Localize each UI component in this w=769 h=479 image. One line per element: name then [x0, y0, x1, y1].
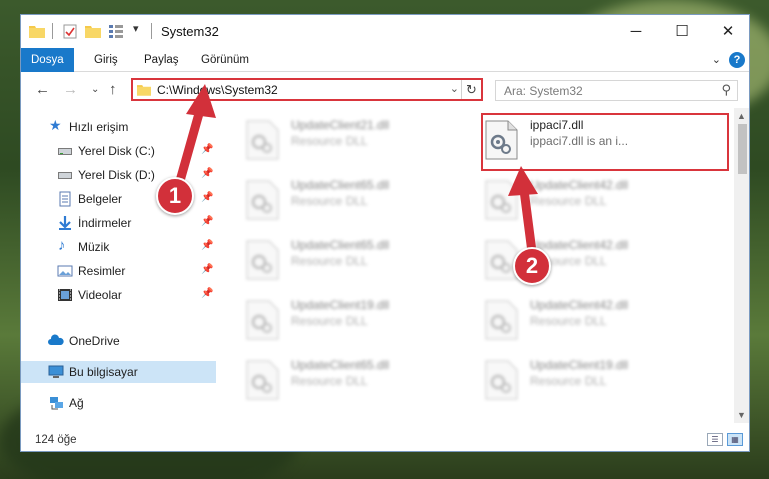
callout-arrows: [173, 84, 538, 257]
callout-badge-2: 2: [513, 247, 551, 285]
arrow-1-shaft: [173, 105, 205, 193]
arrow-1-head: [186, 84, 216, 118]
callout-badge-1: 1: [156, 177, 194, 215]
arrow-2-shaft: [519, 185, 537, 257]
arrow-2-head: [508, 166, 538, 196]
